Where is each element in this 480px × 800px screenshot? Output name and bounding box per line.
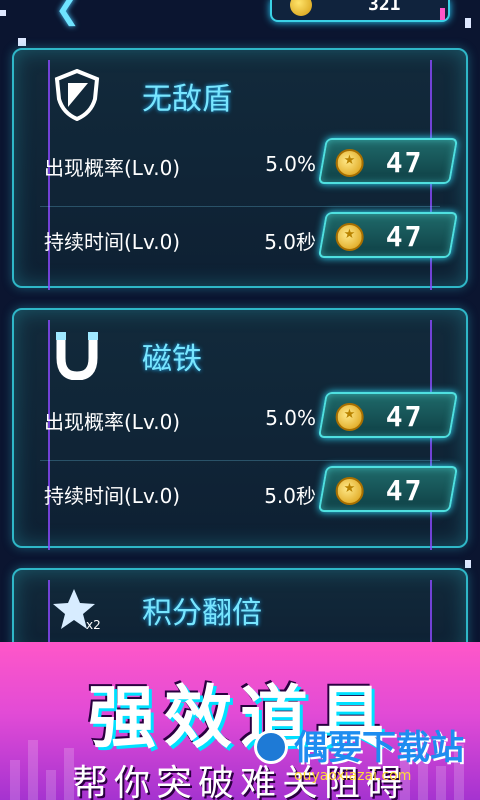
decor-square (465, 18, 471, 28)
stat-label: 持续时间(Lv.0) (44, 484, 181, 508)
back-arrow-icon[interactable]: ❮ (55, 0, 95, 30)
decor-square (465, 560, 471, 568)
row-divider (40, 206, 440, 207)
stat-value: 5.0秒 (264, 484, 316, 508)
top-bar: ❮ 321 (0, 0, 480, 40)
decor-square (18, 38, 26, 46)
upgrade-button[interactable]: 47 (317, 466, 459, 512)
coin-icon (335, 403, 364, 431)
stat-label: 持续时间(Lv.0) (44, 230, 181, 254)
coin-counter: 321 (270, 0, 450, 22)
shield-icon (50, 68, 104, 122)
watermark-logo-icon (254, 730, 288, 764)
stat-row: 出现概率(Lv.0) 5.0% 47 (14, 132, 466, 200)
watermark-url: ouyaoxiazai.com (294, 768, 412, 784)
upgrade-button[interactable]: 47 (317, 138, 459, 184)
panel-header: 无敌盾 (14, 50, 466, 136)
svg-text:x2: x2 (86, 618, 101, 631)
powerup-panel-magnet: 磁铁 出现概率(Lv.0) 5.0% 47 持续时间(Lv.0) 5.0秒 47 (12, 308, 468, 550)
upgrade-price: 47 (385, 146, 424, 179)
decor-square (440, 8, 445, 20)
stat-value: 5.0% (265, 152, 316, 176)
panel-title: 积分翻倍 (142, 596, 262, 631)
stat-row: 持续时间(Lv.0) 5.0秒 47 (14, 206, 466, 274)
coin-icon (335, 477, 364, 505)
stat-value: 5.0秒 (264, 230, 316, 254)
coin-icon (290, 0, 312, 16)
stat-label: 出现概率(Lv.0) (44, 156, 181, 180)
decor-square (0, 10, 6, 16)
upgrade-price: 47 (385, 474, 424, 507)
panel-header: 磁铁 (14, 310, 466, 396)
panel-title: 无敌盾 (142, 82, 232, 117)
upgrade-button[interactable]: 47 (317, 212, 459, 258)
coin-icon (335, 223, 364, 251)
stat-row: 持续时间(Lv.0) 5.0秒 47 (14, 460, 466, 528)
watermark-text: 偶要下载站 (294, 728, 464, 768)
upgrade-price: 47 (385, 400, 424, 433)
powerup-panel-shield: 无敌盾 出现概率(Lv.0) 5.0% 47 持续时间(Lv.0) 5.0秒 4… (12, 48, 468, 290)
stat-value: 5.0% (265, 406, 316, 430)
stat-label: 出现概率(Lv.0) (44, 410, 181, 434)
coin-icon (335, 149, 364, 177)
upgrade-button[interactable]: 47 (317, 392, 459, 438)
row-divider (40, 460, 440, 461)
upgrade-price: 47 (385, 220, 424, 253)
stat-row: 出现概率(Lv.0) 5.0% 47 (14, 386, 466, 454)
magnet-icon (50, 328, 104, 382)
site-watermark: 偶要下载站 ouyaoxiazai.com (254, 720, 474, 790)
panel-title: 磁铁 (142, 342, 202, 377)
coin-balance: 321 (368, 0, 401, 15)
double-score-star-icon: x2 (50, 582, 104, 636)
